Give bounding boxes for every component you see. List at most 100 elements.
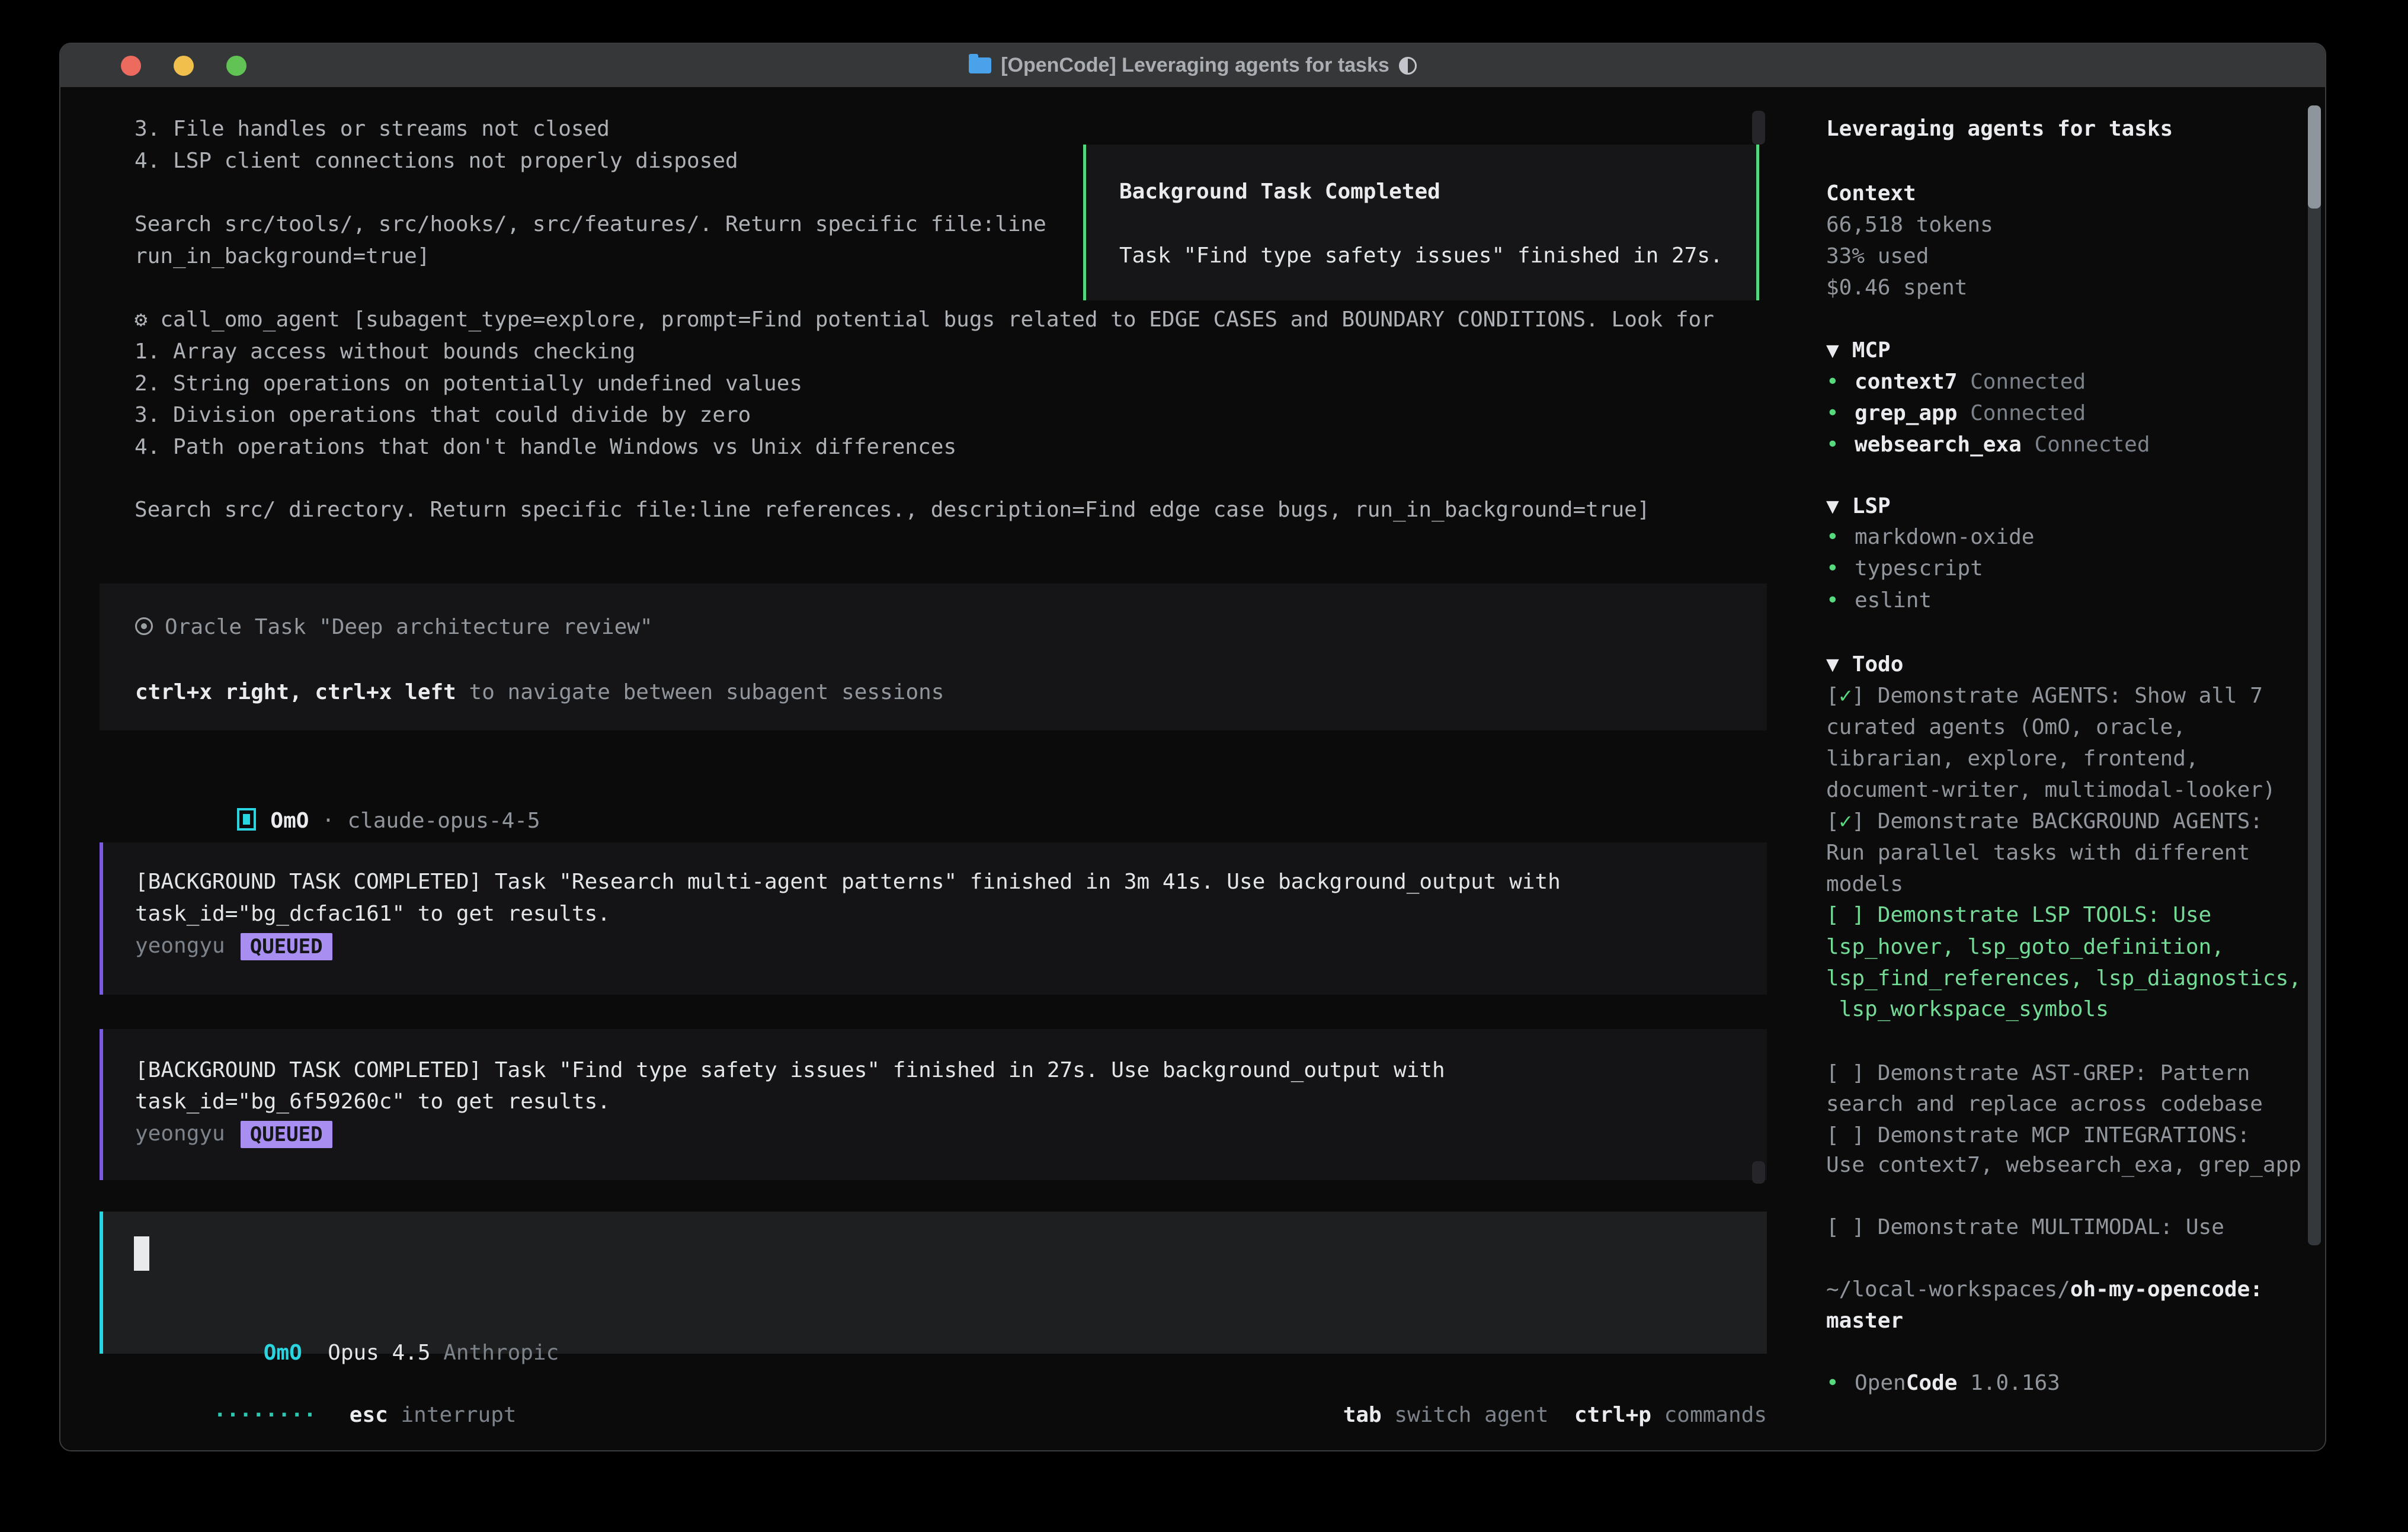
tool-call-line: 2. String operations on potentially unde… [135, 368, 802, 400]
chevron-down-icon: ▼ [1826, 652, 1839, 677]
window-title: [OpenCode] Leveraging agents for tasks [1001, 54, 1389, 77]
status-dot-icon: • [1826, 553, 1855, 585]
chevron-down-icon: ▼ [1826, 494, 1839, 518]
todo-section-header[interactable]: ▼Todo [1826, 649, 1903, 681]
zoom-button[interactable] [226, 56, 246, 76]
todo-line: [ ] Demonstrate MCP INTEGRATIONS: [1826, 1120, 2250, 1152]
window-title-group: [OpenCode] Leveraging agents for tasks [969, 54, 1417, 77]
agent-checkbox-icon [237, 808, 256, 831]
context-tokens: 66,518 tokens [1826, 209, 1993, 241]
sidebar-scrollbar-track[interactable] [2308, 105, 2321, 1245]
todo-line: curated agents (OmO, oracle, [1826, 711, 2186, 743]
separator-dot [309, 809, 322, 833]
chat-line: Search src/tools/, src/hooks/, src/featu… [135, 209, 1046, 241]
gear-icon: ⚙ [135, 307, 148, 332]
sidebar-scrollbar-thumb[interactable] [2308, 105, 2321, 209]
lsp-item: •markdown-oxide [1826, 521, 2034, 553]
prompt-input[interactable]: OmO Opus 4.5 Anthropic [100, 1212, 1767, 1354]
keybar-right: tab switch agent ctrl+p commands [1215, 1367, 1767, 1451]
titlebar: [OpenCode] Leveraging agents for tasks [60, 44, 2325, 88]
chevron-down-icon: ▼ [1826, 338, 1839, 363]
todo-line: librarian, explore, frontend, [1826, 743, 2199, 775]
workspace-path: ~/local-workspaces/oh-my-opencode: [1826, 1274, 2263, 1306]
status-dot-icon: • [1826, 521, 1855, 553]
toast-body: Task "Find type safety issues" finished … [1119, 240, 1723, 272]
todo-line: search and replace across codebase [1826, 1088, 2263, 1120]
oracle-task-card[interactable]: Oracle Task "Deep architecture review" c… [100, 584, 1767, 730]
keybar: ········esc interrupt tab switch agent c… [100, 1367, 1767, 1399]
status-dot-icon: • [1826, 585, 1855, 617]
status-badge: QUEUED [241, 933, 332, 960]
chat-scrollbar-thumb[interactable] [1752, 111, 1765, 145]
background-task-toast: Background Task Completed Task "Find typ… [1083, 145, 1759, 300]
todo-line: [ ] Demonstrate MULTIMODAL: Use [1826, 1212, 2224, 1243]
todo-line: [✓] Demonstrate AGENTS: Show all 7 [1826, 680, 2263, 712]
status-dot-icon: • [1826, 398, 1855, 430]
status-badge: QUEUED [241, 1121, 332, 1148]
oracle-task-hint: ctrl+x right, ctrl+x left to navigate be… [135, 677, 944, 709]
message-line: task_id="bg_dcfac161" to get results. [135, 898, 610, 930]
tool-call-line: 1. Array access without bounds checking [135, 336, 635, 368]
lsp-item: •typescript [1826, 553, 1983, 585]
agent-name: OmO [270, 809, 309, 833]
mcp-section-header[interactable]: ▼MCP [1826, 335, 1891, 367]
lsp-section-header[interactable]: ▼LSP [1826, 491, 1891, 523]
message-line: [BACKGROUND TASK COMPLETED] Task "Find t… [135, 1055, 1445, 1086]
session-progress-icon [1399, 57, 1417, 75]
sidebar-session-title: Leveraging agents for tasks [1826, 113, 2173, 145]
todo-line-active: lsp_find_references, lsp_diagnostics, [1826, 963, 2301, 995]
status-dot-icon: • [1826, 429, 1855, 461]
message-line: [BACKGROUND TASK COMPLETED] Task "Resear… [135, 866, 1561, 898]
opencode-window: [OpenCode] Leveraging agents for tasks 3… [59, 43, 2326, 1451]
oracle-task-icon [135, 617, 153, 635]
key-esc: esc [350, 1403, 388, 1427]
message-author: yeongyu [135, 1121, 225, 1146]
message-card: [BACKGROUND TASK COMPLETED] Task "Resear… [100, 842, 1767, 995]
message-author: yeongyu [135, 934, 225, 958]
agent-header: OmO · claude-opus-4-5 [135, 773, 540, 805]
traffic-lights [121, 44, 246, 87]
toast-title: Background Task Completed [1119, 176, 1440, 208]
todo-line-active: [ ] Demonstrate LSP TOOLS: Use [1826, 899, 2211, 931]
workspace-branch: master [1826, 1305, 1903, 1337]
todo-line-active: lsp_workspace_symbols [1826, 993, 2109, 1025]
lsp-item: •eslint [1826, 585, 1932, 617]
chat-line: run_in_background=true] [135, 241, 430, 273]
mcp-item: •context7 Connected [1826, 366, 2086, 398]
todo-line-active: lsp_hover, lsp_goto_definition, [1826, 931, 2224, 963]
status-dot-icon: • [1826, 366, 1855, 398]
terminal-content: 3. File handles or streams not closed 4.… [60, 87, 2325, 1450]
minimize-button[interactable] [174, 56, 194, 76]
context-header: Context [1826, 178, 1916, 210]
shortcut-keys: ctrl+x right, ctrl+x left [135, 680, 456, 704]
input-model: Opus 4.5 [328, 1341, 430, 1365]
folder-icon [969, 57, 991, 73]
chat-scrollbar-thumb[interactable] [1752, 1161, 1765, 1184]
context-used: 33% used [1826, 241, 1929, 273]
text-cursor [134, 1236, 149, 1271]
todo-line: [✓] Demonstrate BACKGROUND AGENTS: [1826, 806, 2263, 838]
message-meta: yeongyu QUEUED [135, 1118, 332, 1150]
mcp-item: •grep_app Connected [1826, 398, 2086, 430]
key-tab: tab [1343, 1403, 1382, 1427]
tool-call-line: ⚙ call_omo_agent [subagent_type=explore,… [135, 304, 1714, 336]
key-ctrlp: ctrl+p [1574, 1403, 1651, 1427]
input-agent-name: OmO [264, 1341, 302, 1365]
status-dot-icon: • [1826, 1367, 1855, 1399]
agent-model: claude-opus-4-5 [347, 809, 540, 833]
todo-line: document-writer, multimodal-looker) [1826, 774, 2276, 806]
todo-line: Use context7, websearch_exa, grep_app [1826, 1149, 2301, 1181]
input-provider: Anthropic [443, 1341, 559, 1365]
chat-line: 4. LSP client connections not properly d… [135, 145, 738, 177]
key-ctrlp-label: commands [1664, 1403, 1767, 1427]
key-tab-label: switch agent [1394, 1403, 1548, 1427]
version-line: •OpenCode 1.0.163 [1826, 1367, 2060, 1399]
todo-line: models [1826, 868, 1903, 900]
spinner-dots-icon: ········ [213, 1403, 316, 1427]
tool-call-line: 4. Path operations that don't handle Win… [135, 431, 956, 463]
key-esc-label: interrupt [401, 1403, 517, 1427]
close-button[interactable] [121, 56, 141, 76]
message-line: task_id="bg_6f59260c" to get results. [135, 1086, 610, 1118]
context-spent: $0.46 spent [1826, 272, 1967, 304]
todo-line: [ ] Demonstrate AST-GREP: Pattern [1826, 1057, 2250, 1089]
